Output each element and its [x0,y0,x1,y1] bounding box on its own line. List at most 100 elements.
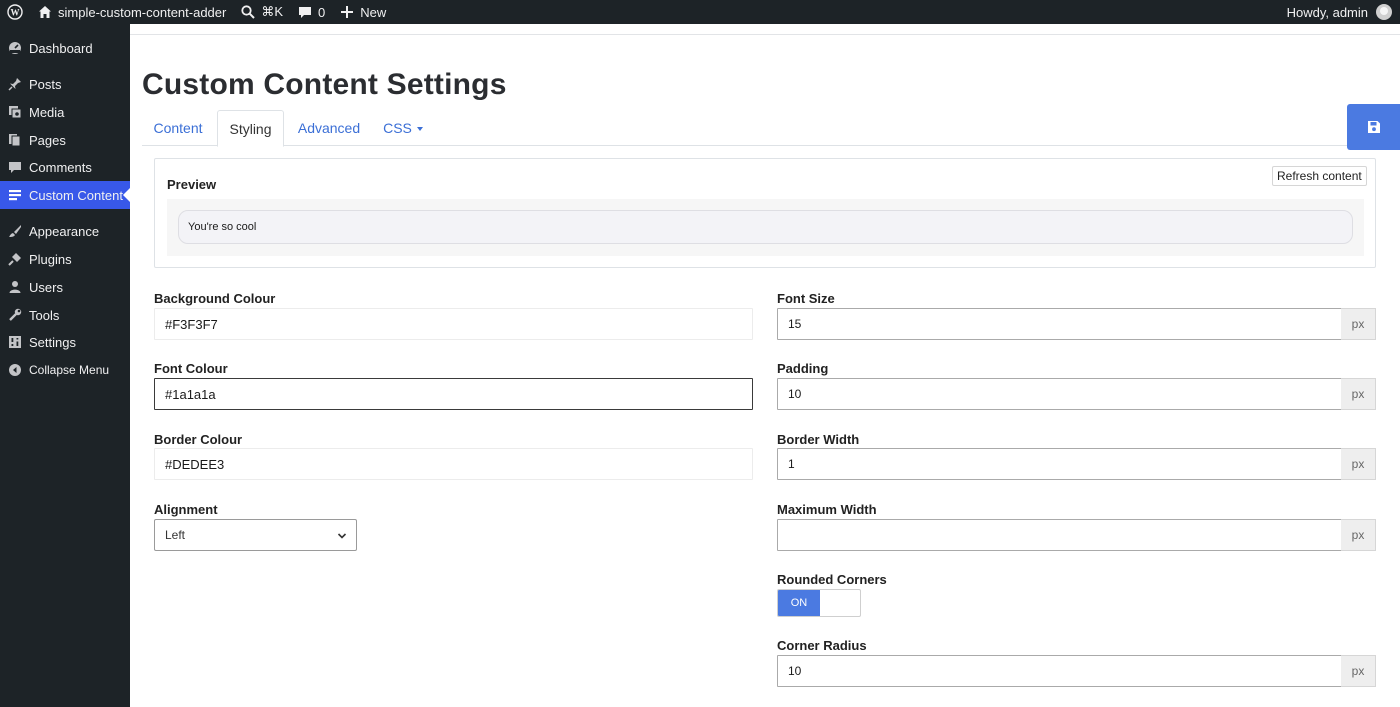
alignment-select[interactable]: Left [154,519,357,551]
comment-icon [299,7,312,18]
sidebar-item-dashboard[interactable]: Dashboard [0,34,130,62]
corner-radius-input[interactable]: 10 [777,655,1342,687]
sidebar-item-plugins[interactable]: Plugins [0,245,130,273]
corner-radius-unit: px [1341,655,1376,687]
sidebar-item-label: Pages [29,132,66,148]
refresh-content-button[interactable]: Refresh content [1272,166,1367,186]
chevron-down-icon [337,533,347,539]
alignment-value: Left [165,528,186,542]
tab-advanced[interactable]: Advanced [287,110,371,146]
sidebar-item-label: Appearance [29,223,100,239]
site-name-link[interactable]: simple-custom-content-adder [30,0,233,24]
brush-icon [8,224,22,238]
sidebar-item-appearance[interactable]: Appearance [0,217,130,245]
toggle-on-label: ON [778,590,820,616]
settings-tabs: Content Styling Advanced CSS [142,110,1400,147]
sidebar-item-label: Settings [29,334,76,350]
search-shortcut-button[interactable]: ⌘K [233,0,290,24]
background-colour-input[interactable]: #F3F3F7 [154,308,753,340]
wordpress-logo-button[interactable]: W [0,0,30,24]
wordpress-logo-icon: W [7,4,23,20]
settings-icon [8,335,22,349]
preview-panel: Preview Refresh content You're so cool [154,158,1376,268]
border-colour-input[interactable]: #DEDEE3 [154,448,753,480]
border-width-input[interactable]: 1 [777,448,1342,480]
font-size-unit: px [1341,308,1376,340]
background-colour-label: Background Colour [154,291,276,306]
border-width-label: Border Width [777,432,860,447]
page-title: Custom Content Settings [142,68,507,101]
preview-area: You're so cool [167,199,1364,256]
main-content: Custom Content Settings Content Styling … [130,24,1400,707]
sidebar-item-settings[interactable]: Settings [0,328,130,356]
collapse-icon [8,363,22,377]
tab-css[interactable]: CSS [374,110,432,146]
plug-icon [8,252,22,266]
new-content-button[interactable]: New [332,0,393,24]
home-icon [39,6,51,18]
user-icon [8,280,22,294]
tab-content[interactable]: Content [142,110,214,146]
site-name: simple-custom-content-adder [58,4,227,20]
font-colour-label: Font Colour [154,361,228,376]
border-colour-label: Border Colour [154,432,243,447]
divider [130,34,1400,35]
sidebar-item-label: Dashboard [29,40,93,56]
plus-icon [341,6,354,18]
admin-bar: W simple-custom-content-adder ⌘K 0 New H… [0,0,1400,24]
sidebar-item-posts[interactable]: Posts [0,70,130,98]
sidebar-item-media[interactable]: Media [0,98,130,126]
sidebar-item-tools[interactable]: Tools [0,301,130,329]
corner-radius-label: Corner Radius [777,638,867,653]
tab-css-label: CSS [383,120,412,136]
sidebar-item-label: Posts [29,76,62,92]
comment-icon [8,160,22,174]
rounded-corners-label: Rounded Corners [777,572,887,587]
border-width-unit: px [1341,448,1376,480]
maximum-width-input[interactable] [777,519,1342,551]
user-greeting[interactable]: Howdy, admin [1287,5,1368,20]
search-icon [241,5,256,19]
pin-icon [8,77,22,91]
sidebar-item-custom-content[interactable]: Custom Content [0,181,130,209]
admin-sidebar: Dashboard Posts Media Pages Comments Cus… [0,24,130,707]
sidebar-item-label: Plugins [29,251,72,267]
pages-icon [8,133,22,147]
search-shortcut-label: ⌘K [261,4,284,19]
sidebar-item-label: Comments [29,159,92,175]
sidebar-item-label: Collapse Menu [29,363,110,377]
font-colour-input[interactable]: #1a1a1a [154,378,753,410]
sidebar-item-label: Users [29,279,63,295]
sidebar-item-label: Media [29,104,65,120]
collapse-menu-button[interactable]: Collapse Menu [0,356,130,384]
font-size-input[interactable]: 15 [777,308,1342,340]
dashboard-icon [8,41,22,55]
caret-down-icon [416,126,423,131]
padding-input[interactable]: 10 [777,378,1342,410]
sidebar-item-label: Tools [29,307,60,323]
preview-title: Preview [167,177,217,192]
wrench-icon [8,308,22,322]
sidebar-item-comments[interactable]: Comments [0,153,130,181]
comments-count: 0 [318,4,326,20]
rounded-corners-toggle[interactable]: ON [777,589,861,617]
tab-styling[interactable]: Styling [217,110,284,147]
new-label: New [360,4,387,20]
comments-link[interactable]: 0 [290,0,332,24]
media-icon [8,105,22,119]
padding-label: Padding [777,361,829,376]
sidebar-item-label: Custom Content [29,187,123,203]
svg-text:W: W [11,8,20,18]
alignment-label: Alignment [154,502,218,517]
sidebar-item-pages[interactable]: Pages [0,126,130,154]
save-button[interactable] [1347,104,1400,150]
save-icon [1367,121,1380,133]
list-icon [8,188,22,202]
padding-unit: px [1341,378,1376,410]
maximum-width-unit: px [1341,519,1376,551]
sidebar-item-users[interactable]: Users [0,273,130,301]
font-size-label: Font Size [777,291,835,306]
maximum-width-label: Maximum Width [777,502,877,517]
avatar[interactable] [1376,4,1392,20]
preview-content-box: You're so cool [178,210,1353,244]
